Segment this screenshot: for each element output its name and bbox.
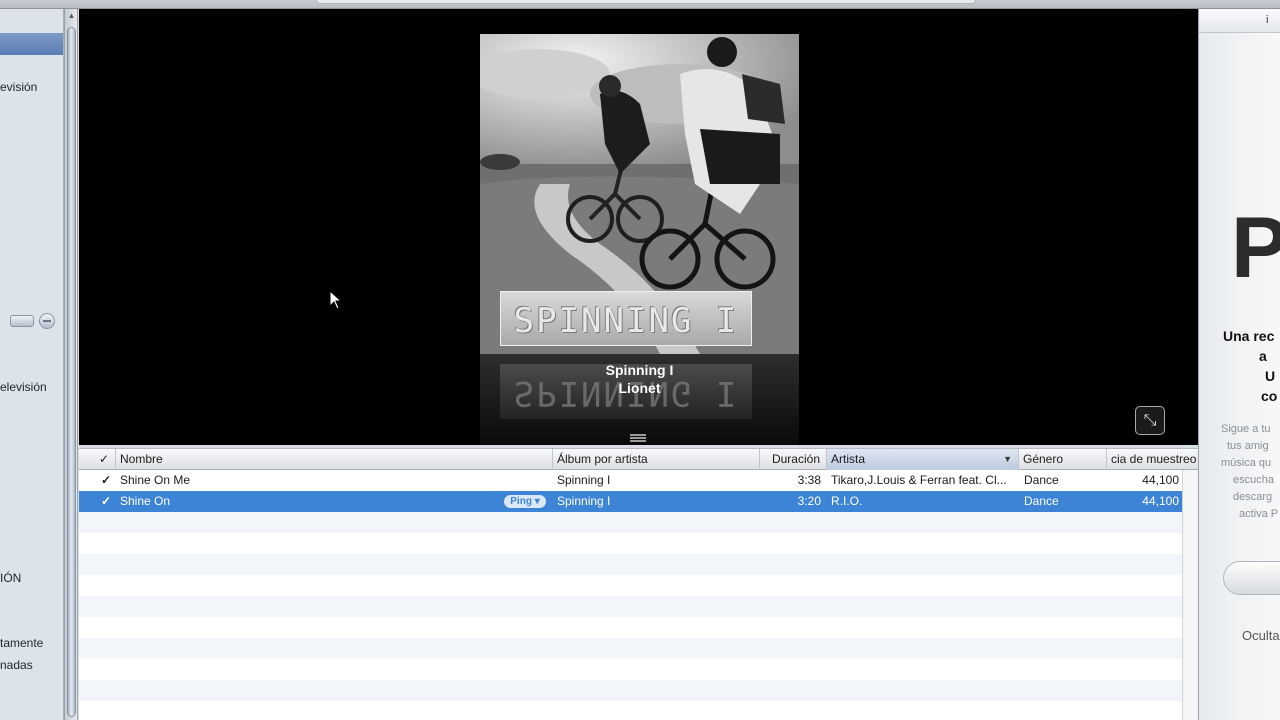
- table-row-selected[interactable]: ✓ Shine On Ping ▾ Spinning I 3:20 R.I.O.…: [79, 491, 1182, 512]
- sidebar-scrollbar[interactable]: ▲: [64, 9, 78, 720]
- empty-row: [79, 659, 1182, 680]
- top-toolbar-edge: [0, 0, 1280, 9]
- row-artist: Tikaro,J.Louis & Ferran feat. Cl...: [831, 473, 1007, 487]
- device-battery-icon: [10, 315, 34, 327]
- ping-description-line: activa P: [1239, 508, 1279, 520]
- song-list-header: ✓ Nombre Álbum por artista Duración Arti…: [79, 448, 1198, 470]
- row-album: Spinning I: [557, 494, 611, 508]
- empty-row: [79, 617, 1182, 638]
- lcd-display-edge: [316, 0, 976, 4]
- ping-headline-line: U: [1265, 368, 1276, 384]
- sidebar-item-label: tamente: [0, 636, 44, 650]
- empty-row: [79, 680, 1182, 701]
- ping-sidebar-header: i: [1199, 9, 1280, 33]
- ping-description-line: Sigue a tu: [1221, 423, 1271, 435]
- empty-row: [79, 533, 1182, 554]
- album-artwork[interactable]: SPINNING I: [480, 34, 799, 354]
- sort-descending-icon: ▼: [1003, 454, 1012, 464]
- empty-row: [79, 596, 1182, 617]
- empty-row: [79, 575, 1182, 596]
- ping-description-line: escucha: [1233, 474, 1274, 486]
- sidebar-selected-item[interactable]: [0, 33, 63, 55]
- row-album: Spinning I: [557, 473, 611, 487]
- fullscreen-icon[interactable]: ⤡: [1135, 406, 1165, 435]
- ping-description-line: tus amig: [1227, 440, 1269, 452]
- row-genre: Dance: [1024, 473, 1059, 487]
- row-duration: 3:20: [797, 494, 821, 508]
- column-check[interactable]: ✓: [79, 449, 116, 470]
- artwork-title-text: SPINNING I: [513, 301, 739, 341]
- row-checkbox[interactable]: ✓: [101, 491, 111, 512]
- column-name[interactable]: Nombre: [116, 449, 553, 470]
- empty-row: [79, 554, 1182, 575]
- empty-row: [79, 701, 1182, 720]
- column-artist-label: Artista: [831, 452, 866, 466]
- row-name: Shine On: [120, 494, 171, 508]
- resize-grip-icon[interactable]: [630, 434, 646, 442]
- song-list-scrollbar[interactable]: [1182, 470, 1198, 720]
- row-name: Shine On Me: [120, 473, 191, 487]
- sidebar-scroll-thumb[interactable]: [67, 27, 76, 717]
- song-list: ✓ Nombre Álbum por artista Duración Arti…: [79, 448, 1198, 720]
- column-album[interactable]: Álbum por artista: [553, 449, 760, 470]
- now-playing-artist: Lionet: [618, 380, 661, 396]
- empty-row: [79, 638, 1182, 659]
- ping-headline-line: co: [1261, 388, 1278, 404]
- empty-row: [79, 512, 1182, 533]
- ping-logo: P: [1231, 199, 1280, 298]
- mouse-pointer-icon: [329, 290, 343, 310]
- column-sample-rate[interactable]: cia de muestreo: [1107, 449, 1198, 470]
- scroll-up-icon[interactable]: ▲: [67, 11, 76, 20]
- sidebar-item-label: elevisión: [0, 380, 47, 394]
- ping-headline-line: a: [1259, 348, 1267, 364]
- sidebar-item-label: nadas: [0, 658, 33, 672]
- table-row[interactable]: ✓ Shine On Me Spinning I 3:38 Tikaro,J.L…: [79, 470, 1182, 491]
- ping-activate-button[interactable]: [1223, 561, 1280, 595]
- artwork-title-plate: SPINNING I: [500, 291, 752, 346]
- hide-link[interactable]: Oculta: [1242, 628, 1280, 643]
- row-sample-rate: 44,100: [1142, 473, 1179, 487]
- sidebar-item-label: evisión: [0, 80, 38, 94]
- ping-headline-line: Una rec: [1223, 328, 1275, 344]
- ping-description-line: descarg: [1233, 491, 1273, 503]
- ping-sidebar: i P Una rec a U co Sigue a tu tus amig m…: [1198, 9, 1280, 720]
- column-genre[interactable]: Género: [1019, 449, 1107, 470]
- row-checkbox[interactable]: ✓: [101, 470, 111, 491]
- row-artist: R.I.O.: [831, 494, 863, 508]
- library-sidebar: evisión elevisión IÓN tamente nadas: [0, 9, 64, 720]
- ping-sidebar-header-text: i: [1266, 14, 1269, 26]
- row-duration: 3:38: [797, 473, 821, 487]
- ping-description-line: música qu: [1221, 457, 1272, 469]
- column-artist[interactable]: Artista ▼: [827, 449, 1019, 470]
- artwork-viewer: SPINNING I SPINNING I Spinning I Lionet …: [79, 9, 1198, 445]
- now-playing-album: Spinning I: [605, 362, 674, 378]
- eject-icon[interactable]: [39, 313, 55, 329]
- sidebar-section-label: IÓN: [0, 571, 22, 585]
- ping-button[interactable]: Ping ▾: [504, 495, 546, 508]
- row-sample-rate: 44,100: [1142, 494, 1179, 508]
- column-duration[interactable]: Duración: [760, 449, 827, 470]
- row-genre: Dance: [1024, 494, 1059, 508]
- itunes-window: evisión elevisión IÓN tamente nadas ▲ SP…: [0, 0, 1280, 720]
